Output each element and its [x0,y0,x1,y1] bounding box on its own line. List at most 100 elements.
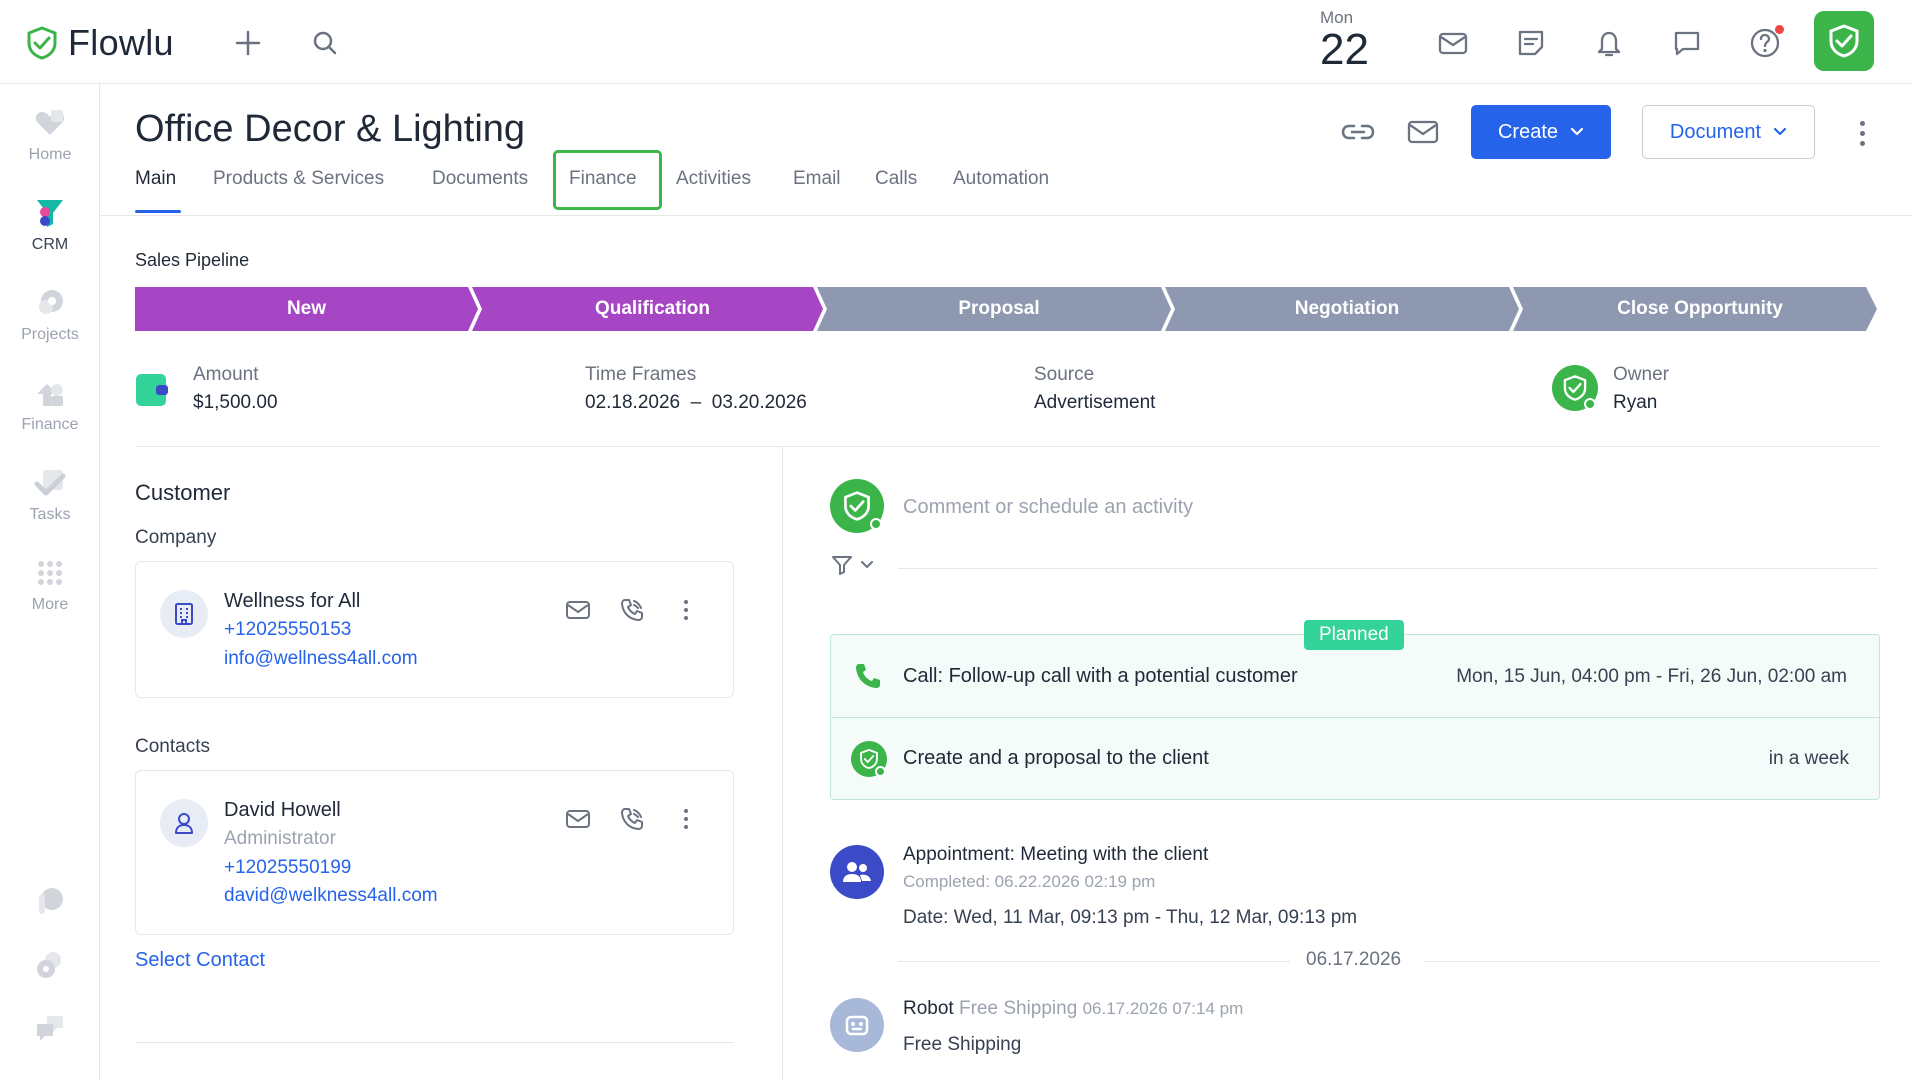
app-name: Flowlu [68,22,174,63]
sidebar-item-home[interactable]: Home [0,106,100,164]
app-logo[interactable]: Flowlu [24,22,174,64]
funnel-icon [37,200,63,227]
email-header-icon[interactable] [1403,114,1443,150]
contact-name[interactable]: David Howell [224,799,341,822]
robot-time: 06.17.2026 07:14 pm [1082,999,1244,1018]
robot-avatar [830,998,884,1052]
sidebar-item-crm[interactable]: CRM [0,196,100,254]
heart-icon [35,110,65,135]
sidebar-item-label: Tasks [29,506,71,523]
person-icon [160,799,208,847]
projects-icon [39,290,63,314]
contacts-label: Contacts [135,736,210,757]
sidebar-item-chat[interactable] [0,1012,100,1052]
more-options-icon[interactable] [1850,115,1874,151]
phone-call-icon[interactable] [616,594,648,626]
company-name[interactable]: Wellness for All [224,590,360,613]
pipeline-stage-qualification[interactable]: Qualification [482,287,823,331]
select-contact-link[interactable]: Select Contact [135,949,265,972]
tab-documents[interactable]: Documents [432,168,528,190]
company-phone[interactable]: +12025550153 [224,619,351,641]
flowlu-logo-icon [27,26,57,60]
link-icon[interactable] [1338,114,1378,150]
active-tab-indicator [135,210,181,213]
owner-value[interactable]: Ryan [1613,392,1669,414]
chat-bubble-icon [37,1016,63,1041]
company-email[interactable]: info@wellness4all.com [224,648,418,670]
create-button-label: Create [1497,120,1559,143]
sidebar-item-label: Home [28,146,72,163]
help-notification-dot [1775,25,1784,34]
planned-activities: Call: Follow-up call with a potential cu… [830,634,1880,800]
mail-icon[interactable] [1434,24,1472,62]
app-badge-icon [39,888,63,914]
document-button[interactable]: Document [1642,105,1815,159]
date-day: 22 [1320,25,1369,74]
planned-call-text[interactable]: Call: Follow-up call with a potential cu… [903,665,1298,688]
tab-products-services[interactable]: Products & Services [213,168,384,190]
pipeline-stage-proposal[interactable]: Proposal [827,287,1171,331]
owner-online-dot [1584,398,1596,410]
sidebar-item-tasks[interactable]: Tasks [0,466,100,524]
tab-main[interactable]: Main [135,168,176,190]
meeting-avatar [830,845,884,899]
header-divider [100,215,1912,216]
bell-icon[interactable] [1590,24,1628,62]
sidebar-item-more[interactable]: More [0,556,100,614]
envelope-icon[interactable] [562,803,594,835]
tab-automation[interactable]: Automation [953,168,1049,190]
tab-calls[interactable]: Calls [875,168,917,190]
sidebar-item-label: More [31,596,69,613]
sidebar-item-app[interactable] [0,884,100,924]
robot-name[interactable]: Free Shipping [959,998,1077,1019]
owner-label: Owner [1613,364,1669,385]
customer-title: Customer [135,480,231,505]
left-bottom-divider [135,1042,734,1043]
tab-email[interactable]: Email [793,168,841,190]
envelope-icon[interactable] [562,594,594,626]
contact-email[interactable]: david@welkness4all.com [224,885,438,907]
user-avatar[interactable] [1814,11,1874,71]
phone-call-icon[interactable] [616,803,648,835]
sidebar-item-finance[interactable]: Finance [0,376,100,434]
more-options-icon[interactable] [670,803,702,835]
tab-activities[interactable]: Activities [676,168,751,190]
robot-text: Free Shipping [903,1034,1022,1055]
amount-value[interactable]: $1,500.00 [193,392,278,414]
contact-phone[interactable]: +12025550199 [224,857,351,879]
planned-separator [831,717,1879,718]
building-icon [160,590,208,638]
owner-block: Owner Ryan [1613,364,1669,414]
sales-pipeline: New Qualification Proposal Negotiation C… [135,287,1877,331]
finance-tab-highlight [553,150,662,210]
pipeline-stage-new[interactable]: New [135,287,478,331]
add-icon[interactable] [229,24,267,62]
gear-icon [37,952,61,978]
date-widget[interactable]: Mon 22 [1320,8,1369,72]
create-button[interactable]: Create [1471,105,1611,159]
source-block: Source Advertisement [1034,364,1155,414]
chevron-down-icon [1570,127,1584,136]
timeframe-label: Time Frames [585,364,697,385]
notes-icon[interactable] [1512,24,1550,62]
source-value[interactable]: Advertisement [1034,392,1155,414]
pipeline-stage-close-opportunity[interactable]: Close Opportunity [1523,287,1877,331]
pipeline-stage-negotiation[interactable]: Negotiation [1175,287,1519,331]
sidebar-item-projects[interactable]: Projects [0,286,100,344]
sales-pipeline-label: Sales Pipeline [135,250,250,270]
user-online-dot [870,518,882,530]
phone-icon [856,664,880,688]
comment-input[interactable]: Comment or schedule an activity [903,496,1193,519]
activity-filter[interactable] [830,553,874,577]
appointment-title[interactable]: Appointment: Meeting with the client [903,844,1208,866]
more-options-icon[interactable] [670,594,702,626]
company-card: Wellness for All +12025550153 info@welln… [135,561,734,698]
planned-task-date: in a week [1768,748,1849,769]
timeframe-value[interactable]: 02.18.2026 – 03.20.2026 [585,392,807,414]
search-icon[interactable] [306,24,344,62]
chat-icon[interactable] [1668,24,1706,62]
date-separator: 06.17.2026 [1306,949,1402,970]
sidebar-item-label: Projects [21,326,79,343]
sidebar-item-settings[interactable] [0,948,100,988]
planned-task-text[interactable]: Create and a proposal to the client [903,747,1209,770]
